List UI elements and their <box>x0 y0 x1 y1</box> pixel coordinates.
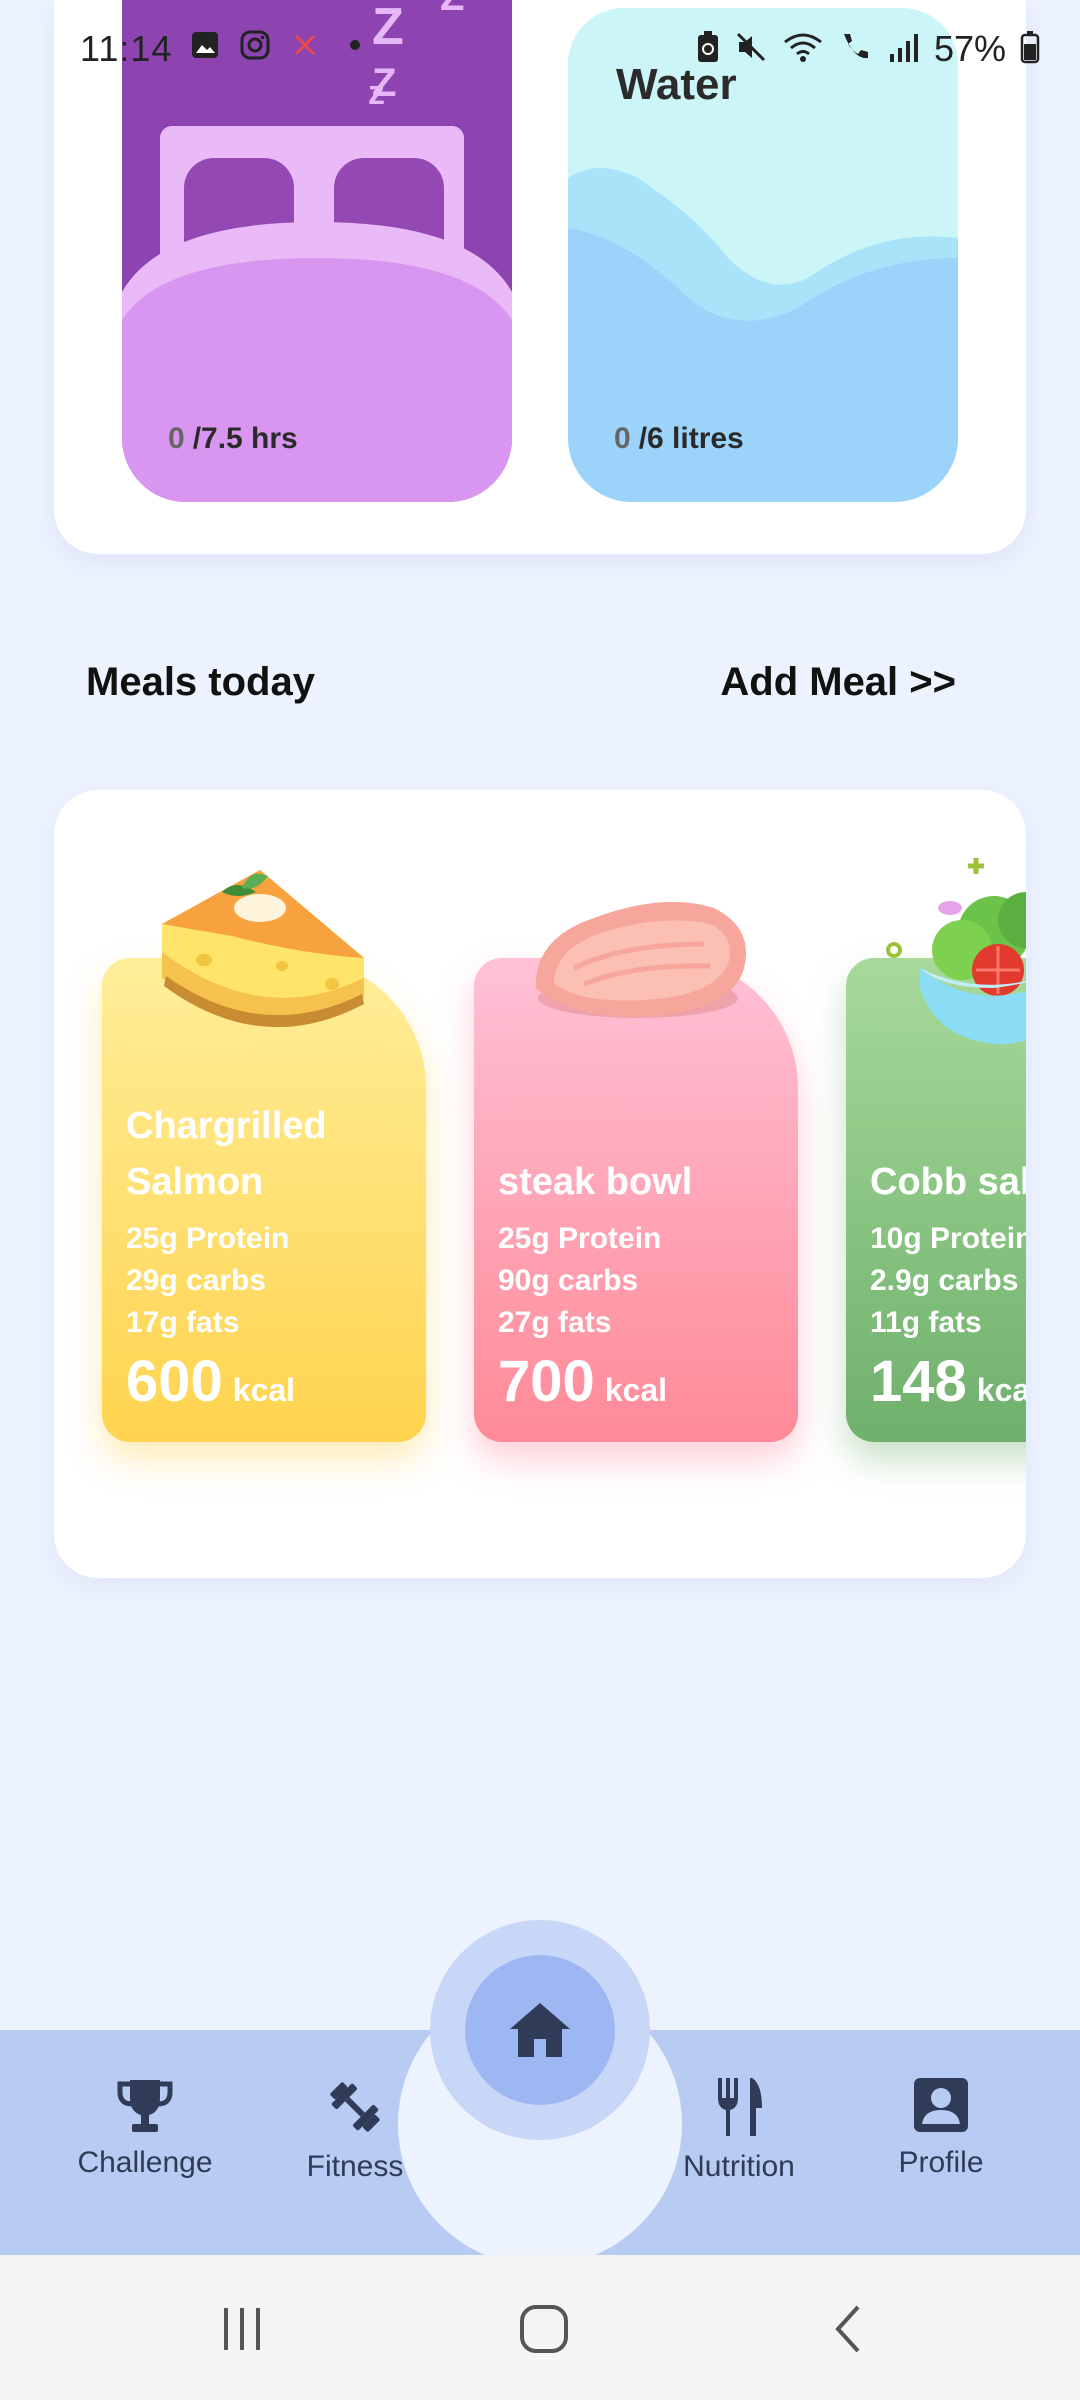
water-target: /6 litres <box>638 422 744 455</box>
meal-kcal-unit: kcal <box>976 1372 1026 1408</box>
meal-card[interactable]: steak bowl 25g Protein 90g carbs 27g fat… <box>474 901 798 1442</box>
meal-card[interactable]: Cobb salad 10g Protein 2.9g carbs 11g fa… <box>846 858 1026 1442</box>
meal-kcal: 700 kcal <box>498 1348 667 1415</box>
nav-item-nutrition[interactable]: Nutrition <box>654 2074 824 2184</box>
gallery-icon <box>188 28 222 62</box>
home-circle-icon[interactable] <box>514 2299 574 2359</box>
home-nav-button[interactable] <box>430 1920 650 2140</box>
trophy-icon <box>117 2080 173 2132</box>
nav-label-fitness: Fitness <box>306 2150 404 2183</box>
status-bar: 11:14 57% <box>0 0 1080 100</box>
recent-apps-icon[interactable] <box>212 2299 272 2359</box>
meal-protein: 10g Protein <box>870 1222 1026 1255</box>
mute-icon <box>734 30 768 69</box>
app-alert-icon <box>288 28 322 62</box>
dumbbell-icon <box>330 2082 380 2132</box>
meal-kcal-value: 148 <box>870 1349 967 1414</box>
meal-kcal: 600 kcal <box>126 1348 295 1415</box>
sleep-target: /7.5 hrs <box>192 422 298 455</box>
meal-card[interactable]: Chargrilled Salmon 25g Protein 29g carbs… <box>102 870 426 1442</box>
meal-kcal: 148kcal <box>870 1348 1026 1415</box>
signal-icon <box>888 30 920 69</box>
battery-icon <box>1020 30 1040 69</box>
water-value: 0/6 litres <box>614 422 744 456</box>
meal-kcal-value: 600 <box>126 1349 223 1414</box>
wifi-icon <box>782 30 824 69</box>
meal-name: Chargrilled Salmon <box>126 1105 327 1203</box>
battery-saver-icon <box>696 30 720 69</box>
meals-title: Meals today <box>86 660 315 704</box>
battery-percent: 57% <box>933 28 1006 69</box>
salad-bowl-icon <box>886 858 1026 1045</box>
meal-fats: 17g fats <box>126 1306 240 1339</box>
home-icon <box>510 2003 570 2057</box>
meal-fats: 27g fats <box>498 1306 612 1339</box>
status-right-icons: 57% <box>696 28 1040 70</box>
meal-kcal-value: 700 <box>498 1349 595 1414</box>
fork-knife-icon <box>718 2078 762 2136</box>
add-meal-link[interactable]: Add Meal >> <box>720 660 956 705</box>
back-icon[interactable] <box>818 2299 878 2359</box>
meals-carousel[interactable]: Chargrilled Salmon 25g Protein 29g carbs… <box>54 790 1026 1578</box>
home-button-inner[interactable] <box>465 1955 615 2105</box>
meal-carbs: 29g carbs <box>126 1264 267 1297</box>
nav-label-profile: Profile <box>898 2146 984 2179</box>
meal-name: Cobb salad <box>870 1161 1026 1203</box>
meal-carbs: 2.9g carbs <box>870 1264 1019 1297</box>
meal-name: steak bowl <box>498 1161 693 1203</box>
meal-protein: 25g Protein <box>126 1222 290 1255</box>
nav-label-nutrition: Nutrition <box>683 2150 795 2183</box>
meal-carbs: 90g carbs <box>498 1264 639 1297</box>
nav-label-challenge: Challenge <box>77 2146 213 2179</box>
sleep-current: 0 <box>168 422 185 455</box>
water-current: 0 <box>614 422 631 455</box>
call-icon <box>838 30 874 69</box>
instagram-icon <box>238 28 272 62</box>
sleep-value: 0/7.5 hrs <box>168 422 298 456</box>
meal-kcal-unit: kcal <box>604 1372 668 1408</box>
meal-kcal-unit: kcal <box>232 1372 296 1408</box>
chicken-breast-icon <box>535 901 746 1018</box>
meal-protein: 25g Protein <box>498 1222 662 1255</box>
system-nav-bar <box>0 2255 1080 2400</box>
dot-icon <box>338 28 372 62</box>
status-time: 11:14 <box>80 28 173 69</box>
nav-item-profile[interactable]: Profile <box>856 2074 1026 2180</box>
cheesecake-icon <box>162 870 364 1028</box>
nav-item-challenge[interactable]: Challenge <box>60 2074 230 2180</box>
meal-fats: 11g fats <box>870 1306 982 1339</box>
status-left-icons <box>188 28 372 62</box>
profile-icon <box>914 2078 968 2132</box>
nav-item-fitness[interactable]: Fitness <box>270 2074 440 2184</box>
